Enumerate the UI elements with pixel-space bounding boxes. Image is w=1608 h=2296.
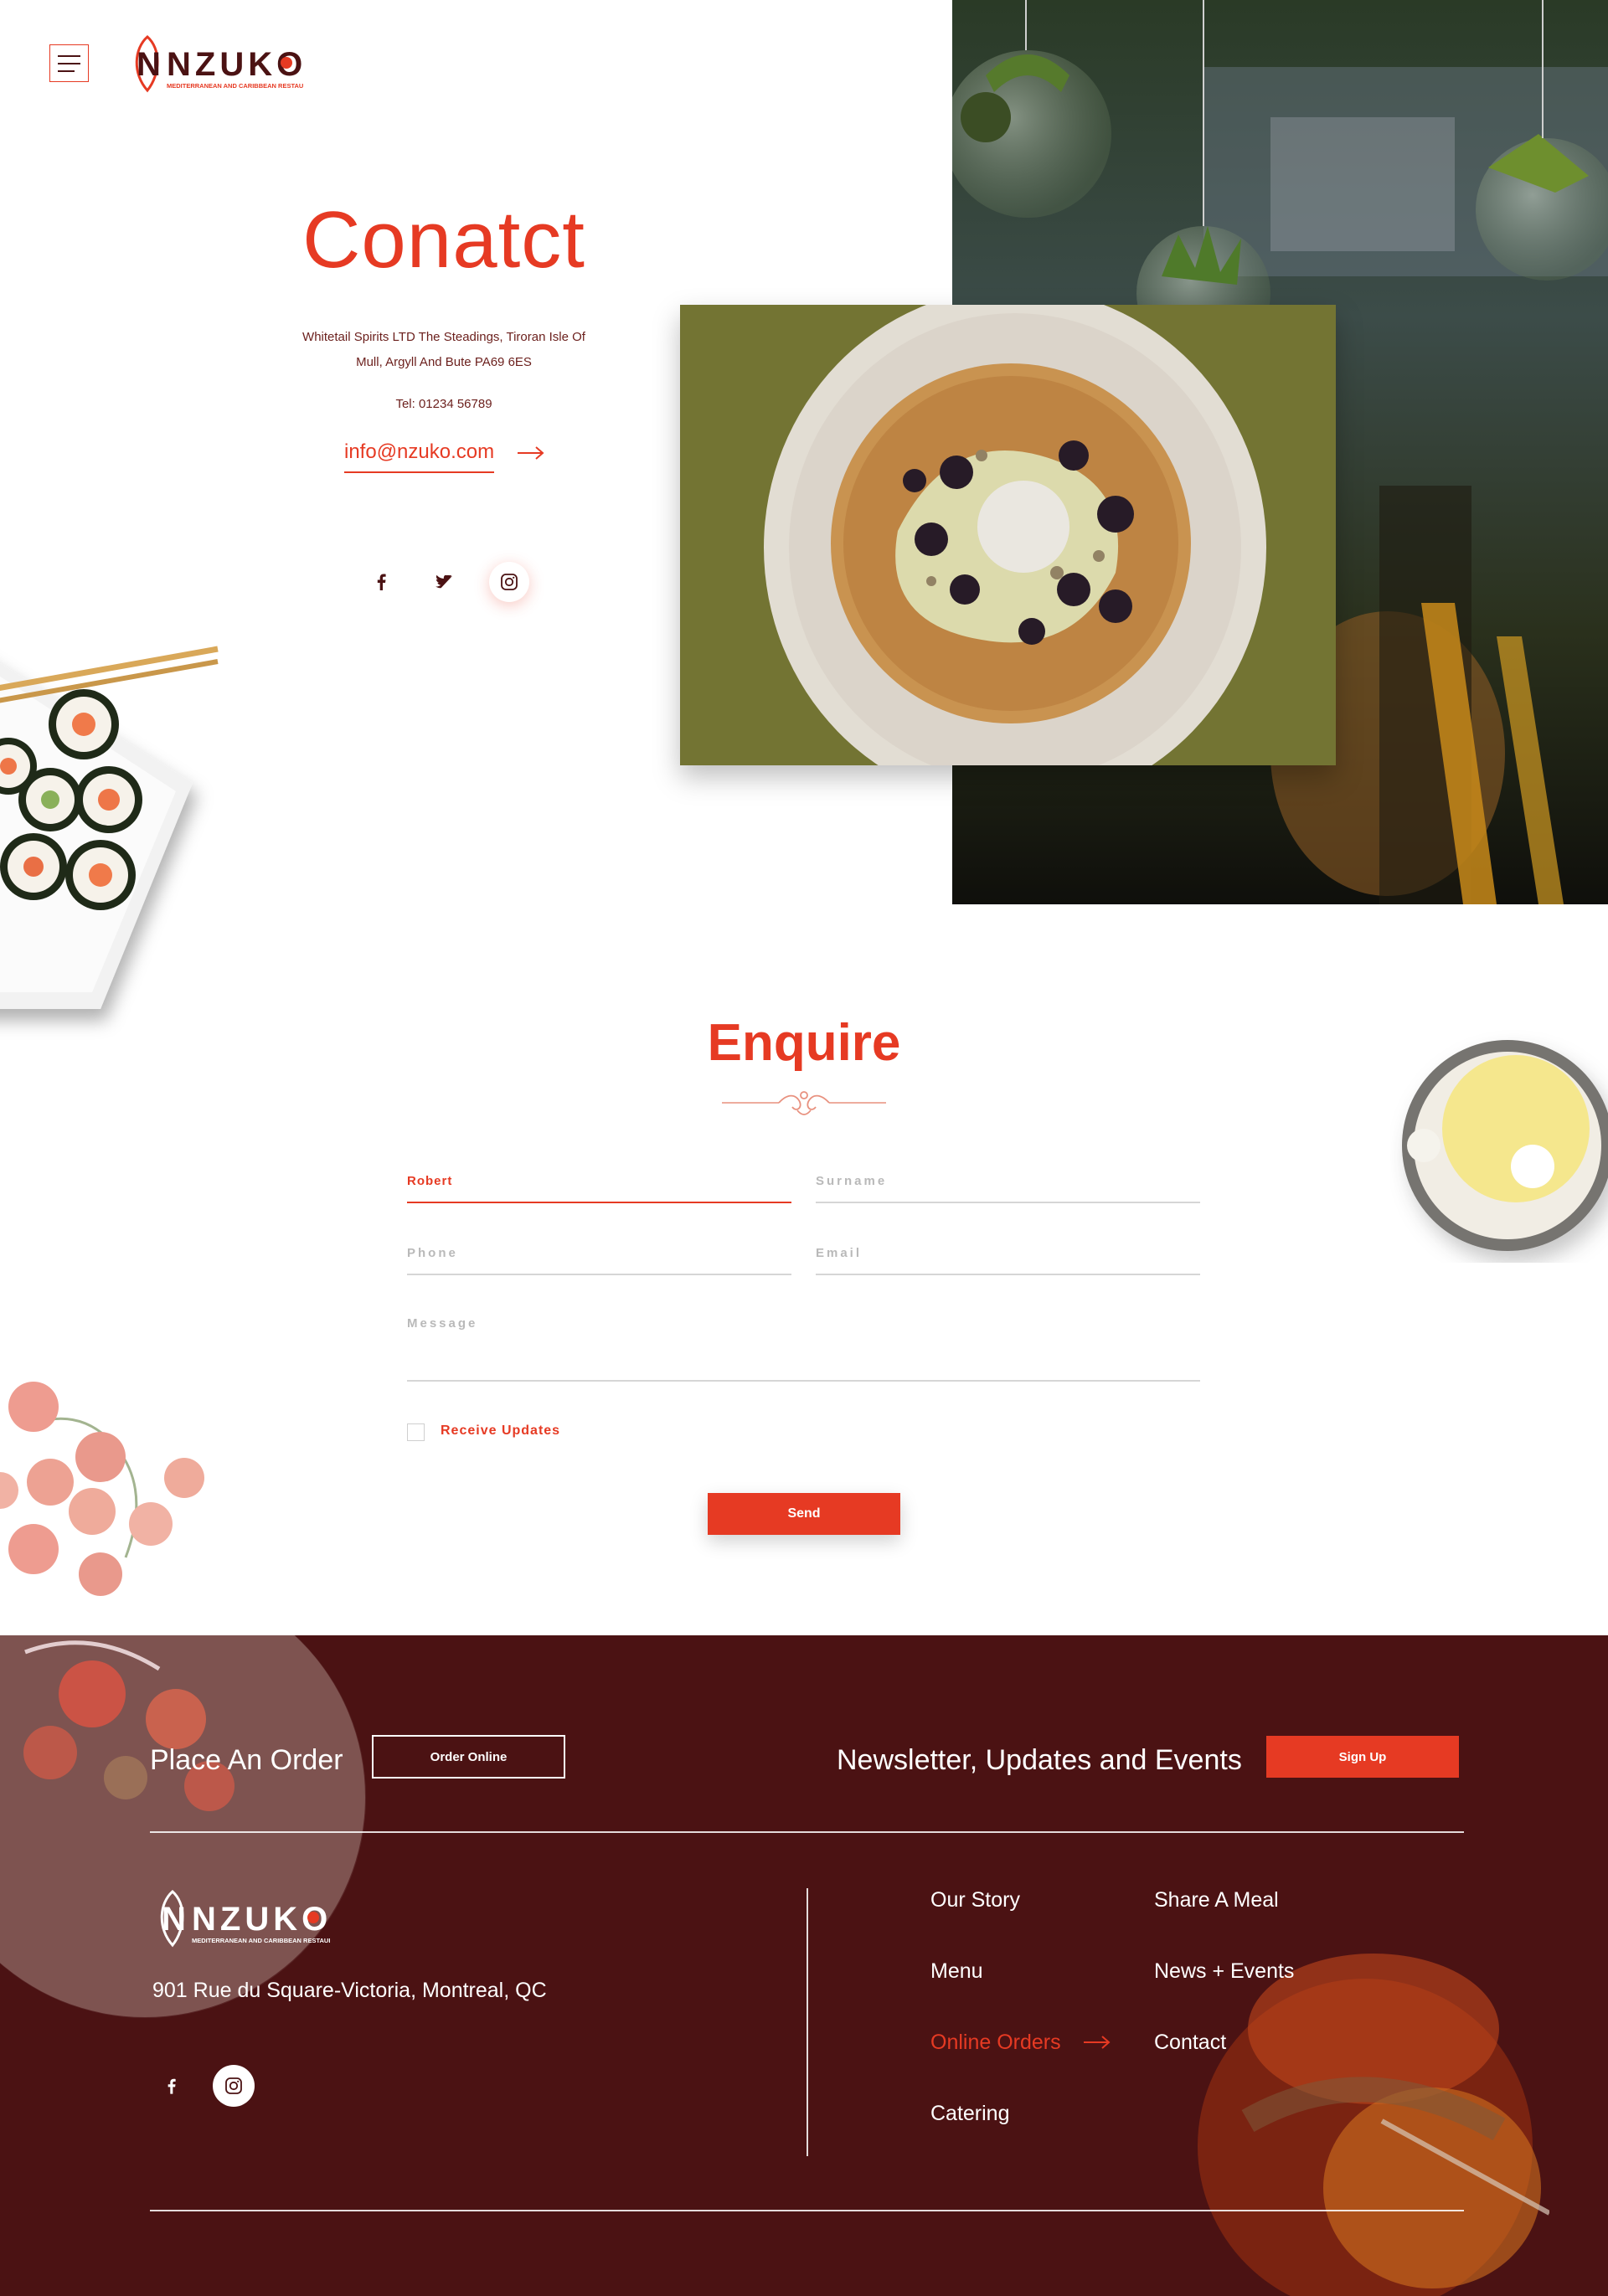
page-title: Conatct <box>302 195 585 285</box>
newsletter-heading: Newsletter, Updates and Events <box>837 1744 1242 1776</box>
enquire-heading: Enquire <box>707 1014 901 1072</box>
nzuko-footer-logo[interactable]: N NZUKO MEDITERRANEAN AND CARIBBEAN REST… <box>152 1887 330 1950</box>
arrow-right-icon[interactable] <box>1083 2034 1111 2051</box>
svg-text:MEDITERRANEAN AND CARIBBEAN RE: MEDITERRANEAN AND CARIBBEAN RESTAURANT <box>192 1937 330 1944</box>
instagram-icon[interactable] <box>489 562 529 602</box>
arrow-right-icon[interactable] <box>517 445 545 461</box>
nav-contact[interactable]: Contact <box>1154 2031 1226 2055</box>
nav-news-events[interactable]: News + Events <box>1154 1959 1294 1984</box>
receive-updates-label[interactable]: Receive Updates <box>441 1423 560 1439</box>
svg-text:MEDITERRANEAN AND CARIBBEAN RE: MEDITERRANEAN AND CARIBBEAN RESTAURANT <box>167 82 303 90</box>
instagram-icon[interactable] <box>213 2065 255 2107</box>
contact-page: N NZUKO MEDITERRANEAN AND CARIBBEAN REST… <box>0 0 1608 2296</box>
sign-up-button[interactable]: Sign Up <box>1266 1736 1459 1778</box>
salad-bowl-image <box>0 1635 366 2018</box>
footer-divider-top <box>150 1831 1464 1833</box>
nav-our-story[interactable]: Our Story <box>930 1888 1020 1912</box>
email-input[interactable] <box>816 1243 1200 1275</box>
nzuko-logo[interactable]: N NZUKO MEDITERRANEAN AND CARIBBEAN REST… <box>127 32 303 95</box>
nav-share-a-meal[interactable]: Share A Meal <box>1154 1888 1279 1912</box>
contact-address: Whitetail Spirits LTD The Steadings, Tir… <box>302 330 585 369</box>
surname-input[interactable] <box>816 1171 1200 1203</box>
nav-catering[interactable]: Catering <box>930 2102 1010 2126</box>
first-name-input[interactable] <box>407 1171 791 1203</box>
menu-button[interactable] <box>49 44 89 82</box>
footer-divider-bottom <box>150 2210 1464 2211</box>
phone-input[interactable] <box>407 1243 791 1275</box>
site-footer: Place An Order Order Online Newsletter, … <box>0 1635 1608 2296</box>
send-button[interactable]: Send <box>708 1493 900 1535</box>
contact-telephone: Tel: 01234 56789 <box>395 397 492 411</box>
place-order-heading: Place An Order <box>150 1744 343 1776</box>
contact-email-link[interactable]: info@nzuko.com <box>344 440 495 473</box>
nav-online-orders[interactable]: Online Orders <box>930 2031 1061 2055</box>
dessert-bowl-image <box>1390 1028 1608 1263</box>
footer-address: 901 Rue du Square-Victoria, Montreal, QC <box>152 1979 547 2002</box>
sushi-plate-image <box>0 646 219 1009</box>
pancake-dessert-photo <box>680 305 1336 765</box>
nav-menu[interactable]: Menu <box>930 1959 983 1984</box>
order-online-button[interactable]: Order Online <box>372 1735 565 1779</box>
ornament-divider-icon <box>722 1091 886 1115</box>
receive-updates-checkbox[interactable] <box>407 1423 425 1441</box>
cherry-tomatoes-image <box>0 1356 260 1641</box>
facebook-icon[interactable] <box>364 565 398 599</box>
svg-text:N: N <box>162 1901 186 1938</box>
hamburger-icon <box>58 54 80 57</box>
message-textarea[interactable] <box>407 1316 1200 1382</box>
twitter-icon[interactable] <box>427 565 461 599</box>
svg-text:N: N <box>137 46 161 83</box>
burger-image <box>1198 1954 1549 2296</box>
footer-divider-vertical <box>807 1888 808 2156</box>
facebook-icon[interactable] <box>150 2065 192 2107</box>
